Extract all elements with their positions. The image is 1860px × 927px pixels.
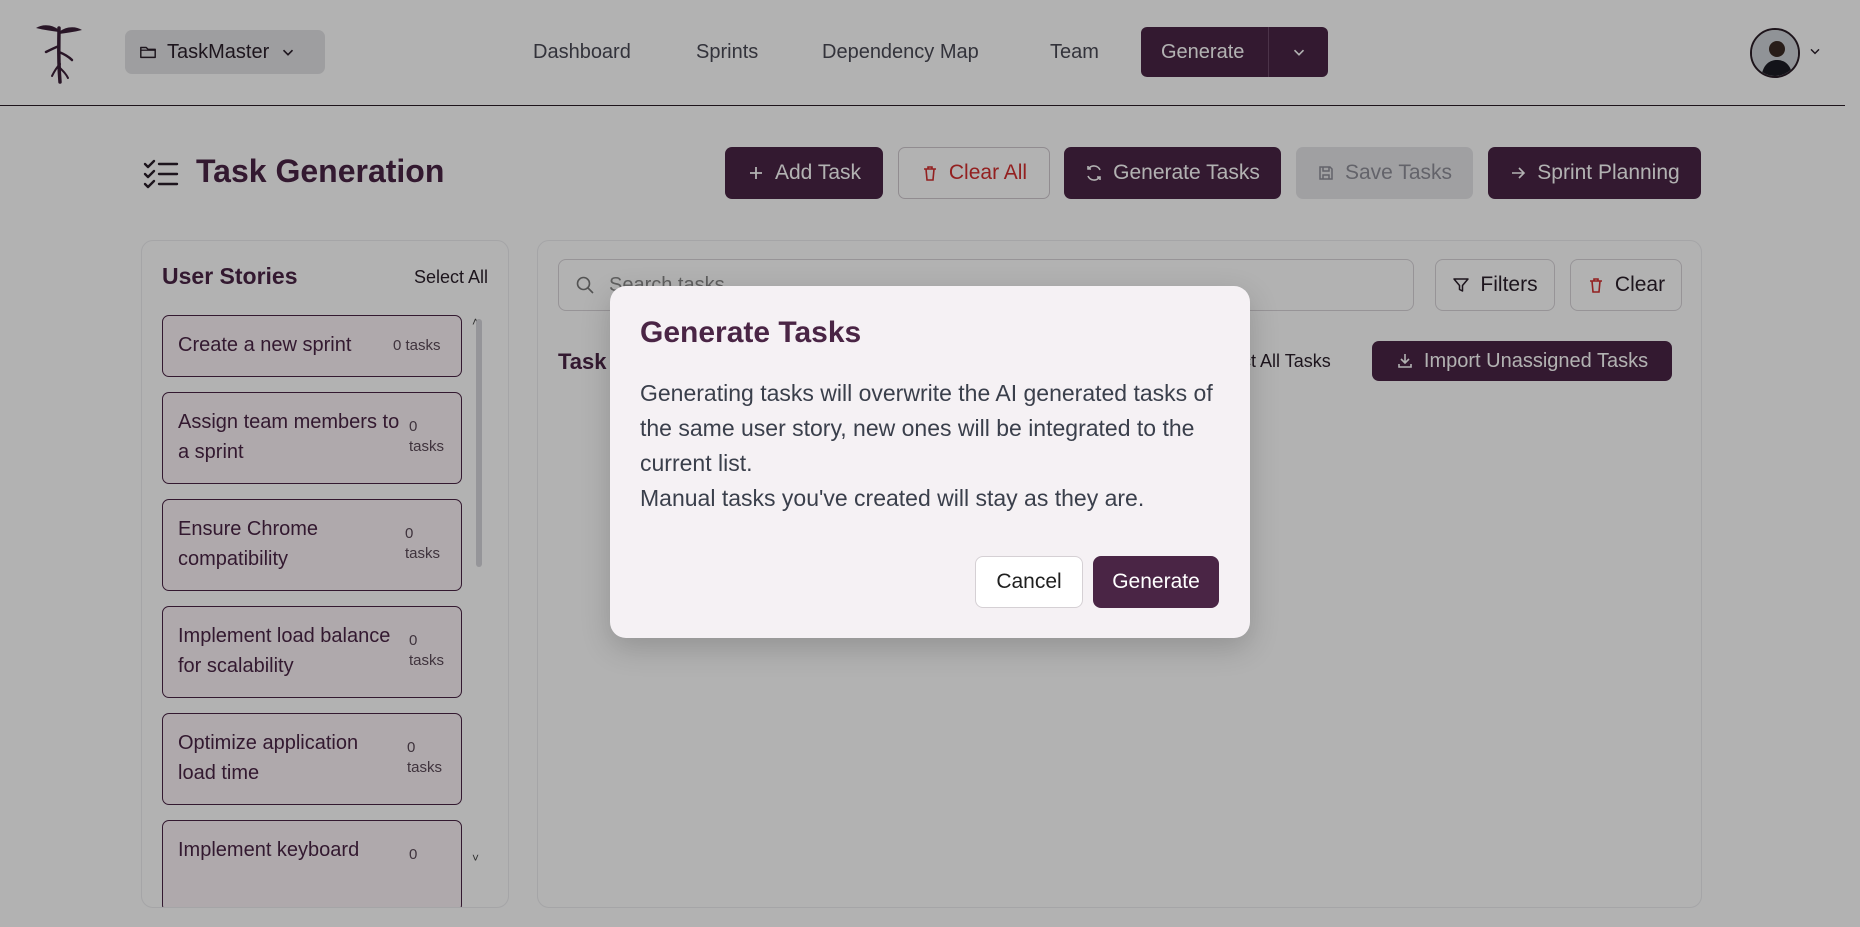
generate-tasks-dialog: Generate Tasks Generating tasks will ove… — [610, 286, 1250, 638]
dialog-title: Generate Tasks — [640, 316, 862, 349]
app-root: TaskMaster Dashboard Sprints Dependency … — [0, 0, 1860, 927]
dialog-message: Generating tasks will overwrite the AI g… — [640, 380, 1213, 476]
dialog-note: Manual tasks you've created will stay as… — [640, 485, 1145, 511]
confirm-generate-button[interactable]: Generate — [1093, 556, 1219, 608]
cancel-button[interactable]: Cancel — [975, 556, 1083, 608]
dialog-body: Generating tasks will overwrite the AI g… — [640, 376, 1230, 516]
